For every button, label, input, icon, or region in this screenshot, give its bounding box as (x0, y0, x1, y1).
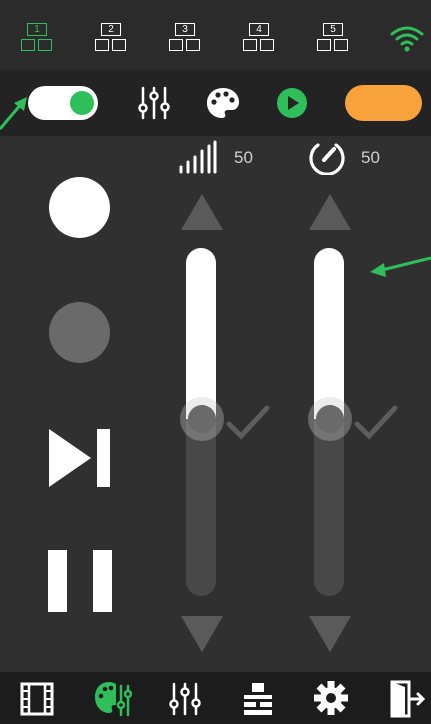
preset-4-button[interactable]: 4 (243, 23, 275, 55)
record-off-button[interactable] (49, 302, 110, 363)
palette-mixer-icon[interactable] (94, 680, 132, 718)
record-button[interactable] (49, 177, 110, 238)
slider-fill (314, 248, 344, 419)
increase-arrow-icon[interactable] (308, 193, 352, 231)
preset-number: 2 (101, 23, 121, 36)
pause-button[interactable] (48, 550, 112, 612)
skip-next-icon[interactable] (47, 427, 113, 489)
preset-number: 4 (249, 23, 269, 36)
preset-1-button[interactable]: 1 (21, 23, 53, 55)
pointer-arrow-icon (370, 256, 431, 277)
power-toggle[interactable] (28, 86, 98, 120)
mixer-icon[interactable] (168, 681, 202, 717)
preset-2-button[interactable]: 2 (95, 23, 127, 55)
confirm-check-icon[interactable] (354, 402, 398, 442)
preset-3-button[interactable]: 3 (169, 23, 201, 55)
increase-arrow-icon[interactable] (180, 193, 224, 231)
control-bar (0, 70, 431, 136)
slider-knob[interactable] (180, 397, 224, 441)
bottom-nav (0, 672, 431, 724)
decrease-arrow-icon[interactable] (180, 614, 224, 654)
pointer-arrow-icon (0, 97, 27, 130)
play-circle-icon[interactable] (276, 87, 308, 119)
preset-number: 5 (323, 23, 343, 36)
wifi-icon[interactable] (390, 24, 424, 52)
slider-fill (186, 248, 216, 419)
slider-knob[interactable] (308, 397, 352, 441)
color-pill-button[interactable] (345, 85, 422, 121)
preset-bar: 1 2 3 4 5 (0, 0, 431, 70)
hierarchy-icon[interactable] (240, 681, 276, 717)
preset-5-button[interactable]: 5 (317, 23, 349, 55)
palette-icon[interactable] (205, 86, 241, 120)
preset-number: 1 (27, 23, 47, 36)
gear-icon[interactable] (313, 680, 349, 716)
film-icon[interactable] (20, 682, 54, 716)
mixer-icon[interactable] (137, 85, 171, 121)
signal-bars-icon (179, 140, 217, 174)
preset-number: 3 (175, 23, 195, 36)
decrease-arrow-icon[interactable] (308, 614, 352, 654)
speed-value: 50 (361, 148, 380, 167)
confirm-check-icon[interactable] (226, 402, 270, 442)
exit-icon[interactable] (389, 680, 425, 718)
signal-value: 50 (234, 148, 253, 167)
speedometer-icon (309, 143, 345, 175)
toggle-knob (70, 91, 94, 115)
pause-bar (93, 550, 112, 612)
pause-bar (48, 550, 67, 612)
